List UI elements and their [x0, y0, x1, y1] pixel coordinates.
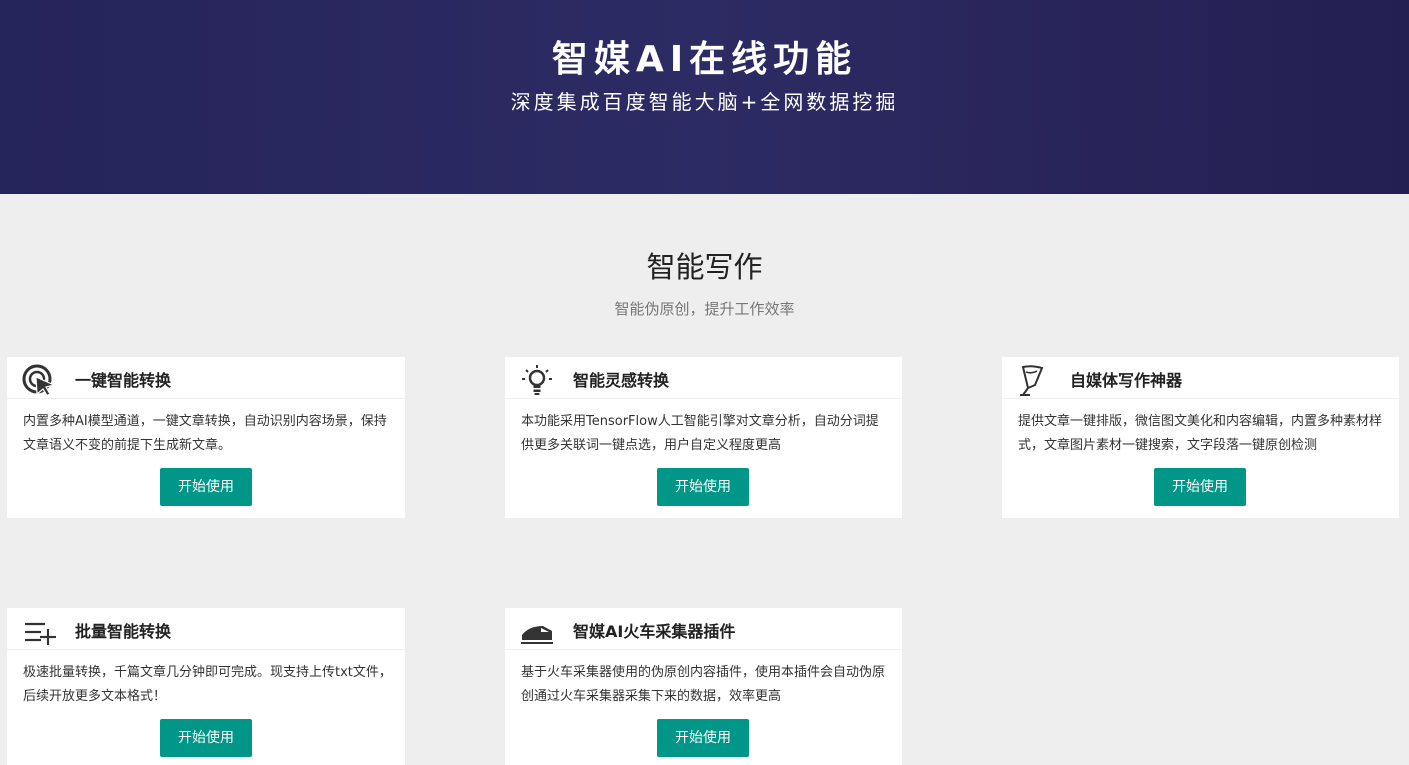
card-description: 本功能采用TensorFlow人工智能引擎对文章分析，自动分词提供更多关联词一键… — [521, 414, 879, 453]
card-description: 提供文章一键排版，微信图文美化和内容编辑，内置多种素材样式，文章图片素材一键搜索… — [1018, 414, 1383, 453]
card-title: 智媒AI火车采集器插件 — [573, 622, 736, 641]
feature-card-batch-convert: 批量智能转换 极速批量转换，千篇文章几分钟即可完成。现支持上传txt文件，后续开… — [7, 608, 405, 765]
card-header: 智媒AI火车采集器插件 — [505, 608, 902, 650]
section-subtitle: 智能伪原创，提升工作效率 — [614, 300, 795, 318]
start-button[interactable]: 开始使用 — [657, 468, 749, 506]
feature-card-train-collector: 智媒AI火车采集器插件 基于火车采集器使用的伪原创内容插件，使用本插件会自动伪原… — [505, 608, 902, 765]
start-button[interactable]: 开始使用 — [160, 719, 252, 757]
card-header: 智能灵感转换 — [505, 357, 902, 399]
card-description: 极速批量转换，千篇文章几分钟即可完成。现支持上传txt文件，后续开放更多文本格式… — [23, 665, 392, 704]
card-description: 内置多种AI模型通道，一键文章转换，自动识别内容场景，保持文章语义不变的前提下生… — [23, 414, 387, 453]
card-description: 基于火车采集器使用的伪原创内容插件，使用本插件会自动伪原创通过火车采集器采集下来… — [521, 665, 886, 704]
feature-card-inspiration-convert: 智能灵感转换 本功能采用TensorFlow人工智能引擎对文章分析，自动分词提供… — [505, 357, 902, 518]
card-header: 自媒体写作神器 — [1002, 357, 1399, 399]
hero-banner: 智媒AI在线功能 深度集成百度智能大脑+全网数据挖掘 — [0, 0, 1409, 194]
card-title: 自媒体写作神器 — [1070, 371, 1183, 390]
hero-subtitle: 深度集成百度智能大脑+全网数据挖掘 — [510, 90, 899, 114]
lightbulb-icon — [522, 365, 552, 395]
hero-title: 智媒AI在线功能 — [551, 39, 858, 80]
card-title: 一键智能转换 — [75, 371, 172, 390]
start-button[interactable]: 开始使用 — [160, 468, 252, 506]
card-title: 智能灵感转换 — [573, 371, 670, 390]
cursor-target-icon — [22, 364, 56, 397]
card-header: 批量智能转换 — [7, 608, 405, 650]
feature-card-one-click-convert: 一键智能转换 内置多种AI模型通道，一键文章转换，自动识别内容场景，保持文章语义… — [7, 357, 405, 518]
train-icon — [521, 626, 553, 644]
list-add-icon — [25, 622, 56, 645]
feature-card-media-writing: 自媒体写作神器 提供文章一键排版，微信图文美化和内容编辑，内置多种素材样式，文章… — [1002, 357, 1399, 518]
card-header: 一键智能转换 — [7, 357, 405, 399]
pen-nib-icon — [1020, 365, 1044, 396]
start-button[interactable]: 开始使用 — [1154, 468, 1246, 506]
card-title: 批量智能转换 — [75, 622, 172, 641]
start-button[interactable]: 开始使用 — [657, 719, 749, 757]
section-title: 智能写作 — [646, 250, 763, 284]
